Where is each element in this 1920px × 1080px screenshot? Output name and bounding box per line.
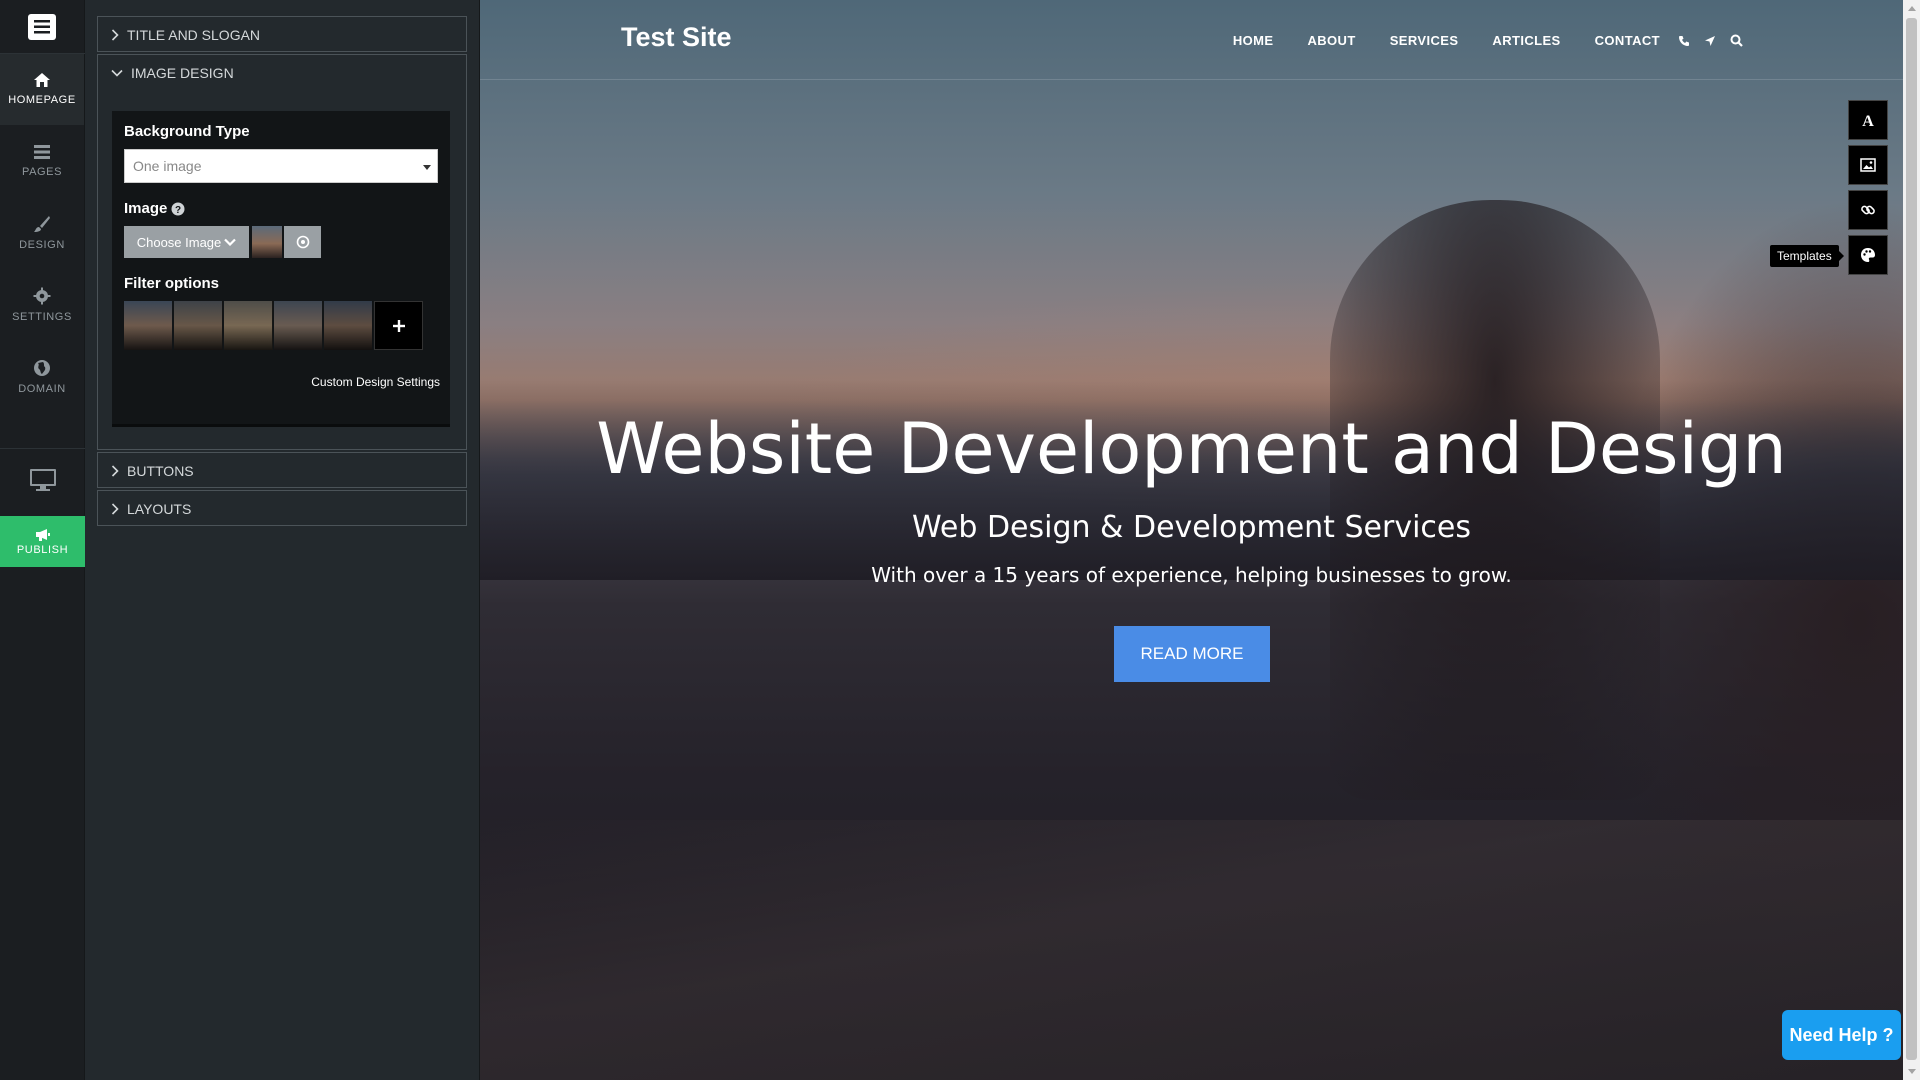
site-nav: HOME ABOUT SERVICES ARTICLES CONTACT (1233, 33, 1757, 48)
rail-item-pages[interactable]: PAGES (0, 125, 84, 197)
gear-icon (33, 287, 51, 305)
megaphone-icon (35, 528, 50, 541)
accordion-label: LAYOUTS (127, 501, 192, 517)
publish-label: PUBLISH (16, 543, 69, 556)
filter-option[interactable] (324, 301, 373, 350)
target-icon (296, 235, 309, 249)
search-icon[interactable] (1730, 34, 1743, 47)
image-thumbnail (252, 226, 282, 258)
nav-item-contact[interactable]: CONTACT (1595, 33, 1660, 48)
filter-option[interactable] (274, 301, 323, 350)
nav-item-articles[interactable]: ARTICLES (1492, 33, 1560, 48)
image-label: Image (124, 200, 168, 217)
image-focus-button[interactable] (284, 226, 321, 258)
accordion-layouts[interactable]: LAYOUTS (97, 490, 467, 526)
scroll-thumb[interactable] (1906, 18, 1917, 1060)
app-logo[interactable] (0, 0, 84, 53)
add-filter-button[interactable] (374, 301, 423, 350)
templates-tooltip: Templates (1770, 245, 1844, 267)
hero-background-wall (480, 820, 1903, 1080)
chevron-right-icon (111, 29, 119, 41)
site-header: Test Site HOME ABOUT SERVICES ARTICLES C… (480, 0, 1903, 80)
read-more-button[interactable]: READ MORE (1114, 626, 1270, 682)
need-help-button[interactable]: Need Help ? (1782, 1010, 1901, 1060)
nav-item-services[interactable]: SERVICES (1390, 33, 1459, 48)
accordion-label: BUTTONS (127, 463, 194, 479)
hero-background-figure (1330, 200, 1660, 800)
scroll-up-arrow[interactable] (1908, 6, 1916, 11)
desktop-preview-toggle[interactable] (0, 460, 85, 500)
rail-item-label: HOMEPAGE (8, 94, 76, 106)
rail-item-domain[interactable]: DOMAIN (0, 341, 84, 413)
nav-item-home[interactable]: HOME (1233, 33, 1274, 48)
image-design-body: Background Type One image Image ? Choose… (112, 111, 450, 427)
hero-title: Website Development and Design (596, 408, 1787, 490)
accordion-label: IMAGE DESIGN (131, 65, 234, 81)
settings-panel: TITLE AND SLOGAN IMAGE DESIGN Background… (85, 0, 480, 1080)
publish-button[interactable]: PUBLISH (0, 516, 85, 567)
hero-subtitle: Web Design & Development Services (912, 510, 1471, 545)
accordion-header[interactable]: BUTTONS (98, 453, 466, 489)
image-label-row: Image ? (124, 200, 185, 217)
scroll-down-arrow[interactable] (1908, 1069, 1916, 1074)
svg-text:?: ? (175, 205, 181, 216)
rail-item-label: PAGES (21, 166, 63, 178)
phone-icon[interactable] (1678, 35, 1690, 47)
rail-item-design[interactable]: DESIGN (0, 197, 84, 269)
accordion-label: TITLE AND SLOGAN (127, 27, 261, 43)
menu-logo-icon (28, 13, 56, 40)
rail-item-label: DESIGN (19, 239, 65, 251)
globe-icon (34, 360, 50, 376)
caret-down-icon (423, 165, 431, 170)
chevron-right-icon (111, 503, 119, 515)
font-icon: A (1862, 113, 1874, 128)
accordion-header[interactable]: TITLE AND SLOGAN (98, 17, 466, 53)
background-type-value: One image (133, 158, 202, 174)
filter-option[interactable] (124, 301, 173, 350)
plus-icon (392, 319, 405, 332)
custom-design-settings-link[interactable]: Custom Design Settings (311, 375, 440, 389)
filter-options-label: Filter options (124, 275, 219, 292)
font-tool-button[interactable]: A (1848, 100, 1888, 140)
chevron-right-icon (111, 465, 119, 477)
background-type-label: Background Type (124, 123, 250, 140)
left-icon-rail: HOMEPAGE PAGES DESIGN SETTINGS DOMAIN PU… (0, 0, 85, 1080)
accordion-title-and-slogan[interactable]: TITLE AND SLOGAN (97, 16, 467, 52)
accordion-buttons[interactable]: BUTTONS (97, 452, 467, 488)
pages-icon (34, 145, 50, 159)
palette-icon (1861, 248, 1875, 262)
location-arrow-icon[interactable] (1704, 35, 1716, 47)
home-icon (34, 73, 50, 87)
accordion-header[interactable]: IMAGE DESIGN (98, 55, 466, 91)
choose-image-button[interactable]: Choose Image (124, 226, 249, 258)
desktop-icon (29, 469, 56, 491)
accordion-header[interactable]: LAYOUTS (98, 491, 466, 527)
brush-icon (34, 216, 50, 232)
site-title[interactable]: Test Site (621, 22, 732, 53)
rail-item-homepage[interactable]: HOMEPAGE (0, 53, 84, 125)
chevron-down-icon (224, 238, 237, 246)
page-scrollbar[interactable] (1903, 0, 1920, 1080)
nav-item-about[interactable]: ABOUT (1307, 33, 1355, 48)
image-icon (1860, 158, 1876, 172)
accordion-image-design: IMAGE DESIGN Background Type One image I… (97, 54, 467, 450)
background-type-select[interactable]: One image (124, 149, 438, 183)
rail-item-settings[interactable]: SETTINGS (0, 269, 84, 341)
hero-text: With over a 15 years of experience, help… (871, 563, 1512, 587)
filter-option[interactable] (224, 301, 273, 350)
link-icon (1861, 205, 1875, 215)
rail-item-label: DOMAIN (18, 383, 66, 395)
templates-tool-button[interactable] (1848, 235, 1888, 275)
link-tool-button[interactable] (1848, 190, 1888, 230)
choose-image-label: Choose Image (136, 234, 222, 250)
rail-item-label: SETTINGS (12, 311, 72, 323)
svg-text:A: A (1862, 113, 1874, 128)
website-preview: Test Site HOME ABOUT SERVICES ARTICLES C… (480, 0, 1903, 1080)
help-circle-icon[interactable]: ? (171, 202, 185, 216)
filter-option[interactable] (174, 301, 223, 350)
image-tool-button[interactable] (1848, 145, 1888, 185)
chevron-down-icon (111, 69, 123, 77)
